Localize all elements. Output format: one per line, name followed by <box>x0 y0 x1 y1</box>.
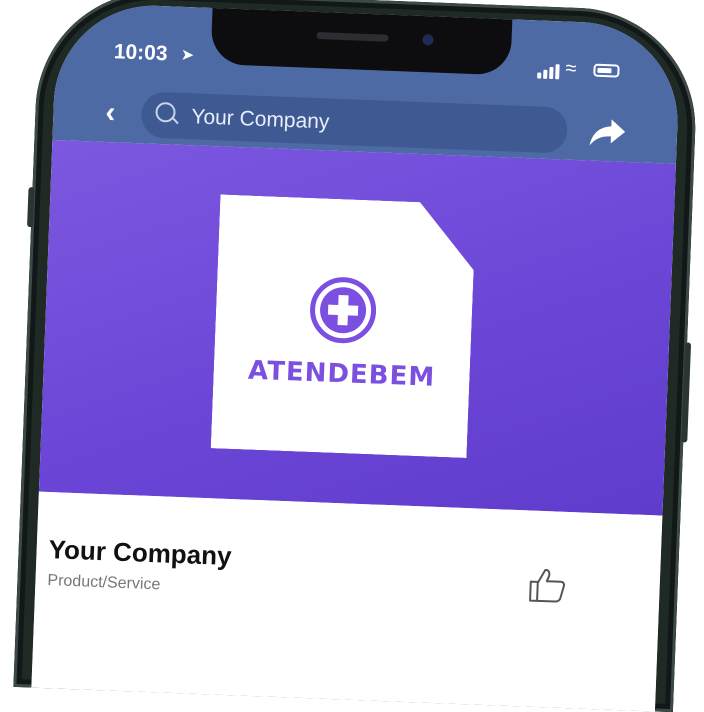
battery-icon <box>593 63 620 78</box>
speaker <box>316 31 389 42</box>
wifi-icon: ≈ <box>565 57 577 80</box>
thumbs-up-icon[interactable] <box>527 566 566 603</box>
search-input[interactable]: Your Company <box>140 91 569 154</box>
cellular-signal-icon <box>537 60 564 80</box>
medical-cross-icon <box>309 276 377 344</box>
share-arrow-icon[interactable] <box>586 114 627 150</box>
notch <box>210 5 513 76</box>
page-title: Your Company <box>48 534 233 572</box>
profile-info: Your Company Product/Service <box>31 491 663 712</box>
front-camera <box>422 34 434 46</box>
volume-button <box>27 187 35 228</box>
chevron-left-icon[interactable]: ‹ <box>105 96 116 130</box>
search-icon <box>155 101 176 123</box>
side-button <box>681 342 692 443</box>
screen: 10:03 ➤ ≈ ‹ Your Company ATENDEBEM Your … <box>31 2 682 712</box>
logo-text: ATENDEBEM <box>247 355 436 393</box>
phone-frame: 10:03 ➤ ≈ ‹ Your Company ATENDEBEM Your … <box>13 0 700 712</box>
profile-picture[interactable]: ATENDEBEM <box>211 194 477 458</box>
search-value: Your Company <box>190 105 330 134</box>
top-bar: 10:03 ➤ ≈ ‹ Your Company <box>52 2 682 164</box>
page-category: Product/Service <box>47 572 161 594</box>
status-time: 10:03 <box>113 40 168 66</box>
cover-photo[interactable]: ATENDEBEM <box>38 139 676 516</box>
location-arrow-icon: ➤ <box>180 46 195 65</box>
